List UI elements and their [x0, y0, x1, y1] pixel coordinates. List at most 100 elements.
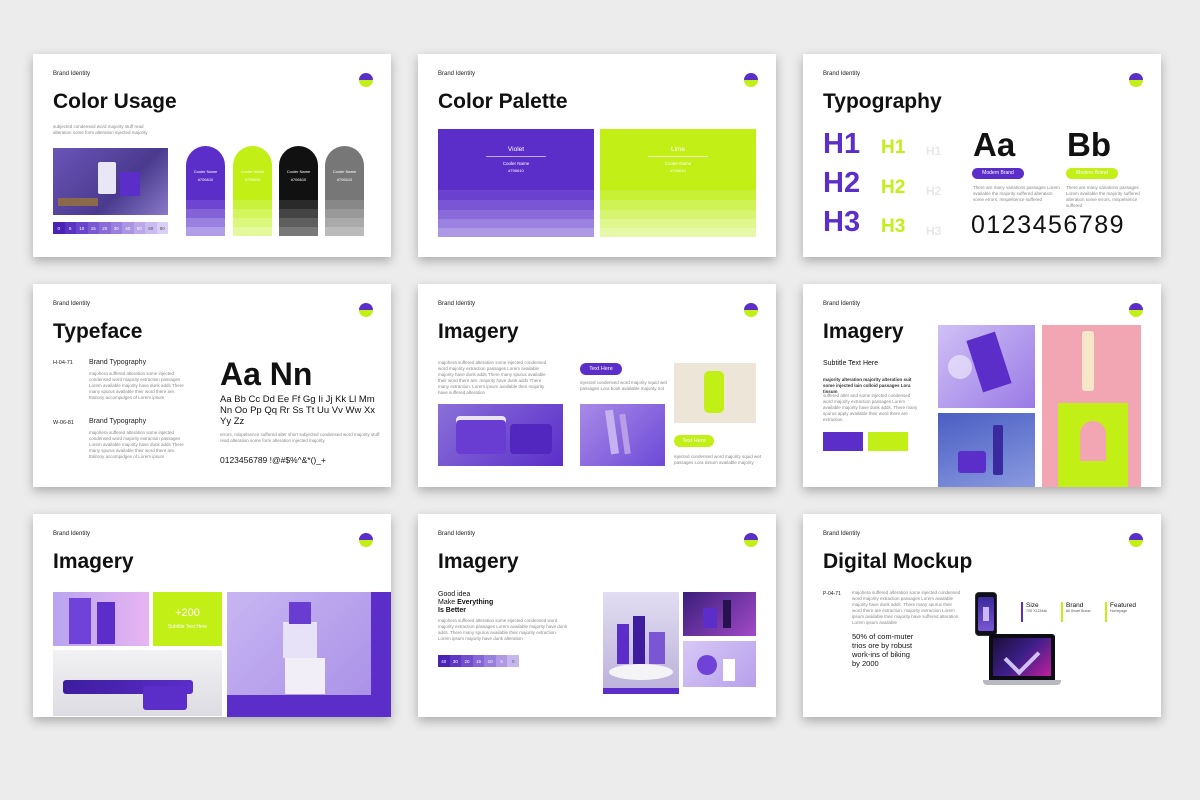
typeface-heading: Brand Typography: [89, 359, 147, 366]
jar-photo: [938, 413, 1035, 487]
typeface-alpha-desc: errors, mispelsence suffered alter short…: [220, 432, 380, 443]
text-here-button[interactable]: Text Here: [580, 363, 622, 375]
idea-heading: Good idea Make Everything Is Better: [438, 591, 493, 615]
brand-label: Brand Identity: [53, 301, 91, 307]
slide-color-usage[interactable]: Brand Identity Color Usage subjected con…: [33, 54, 391, 257]
slide-title: Imagery: [53, 550, 134, 573]
slide-imagery-2[interactable]: Brand Identity Imagery Subtitle Text Her…: [803, 284, 1161, 487]
slide-title: Color Usage: [53, 90, 177, 113]
scale-cell: 15: [472, 655, 485, 667]
heading-h2-gray: H2: [926, 184, 942, 198]
brand-label: Brand Identity: [438, 531, 476, 537]
idea-line-2: Make: [438, 599, 458, 606]
slide-typeface[interactable]: Brand Identity Typeface H-04-71 Brand Ty…: [33, 284, 391, 487]
tube-photo: [580, 404, 665, 466]
slide-title: Imagery: [438, 320, 519, 343]
dream-bottle-photo: [53, 592, 149, 646]
jar-photo: [438, 404, 563, 466]
color-arch-violet: Cooler Name #706610: [186, 146, 225, 236]
spec-label: Featured: [1110, 602, 1137, 609]
brand-logo-icon: [1129, 303, 1143, 317]
scale-cell: 5: [64, 222, 76, 234]
palette-label: Violet: [507, 146, 525, 153]
laptop-base: [983, 680, 1061, 685]
arch-code: #706610: [244, 177, 261, 182]
stat-value: +200: [175, 607, 200, 619]
color-arch-black: Cooler Name #706610: [279, 146, 318, 236]
heading-h1-violet: H1: [823, 128, 861, 160]
slide-title: Digital Mockup: [823, 550, 973, 573]
accent-bar: [603, 688, 679, 694]
scale-cell: 50: [133, 222, 145, 234]
brand-label: Brand Identity: [438, 301, 476, 307]
idea-line-3: Is Better: [438, 607, 467, 614]
spec-value: All Smart Brand: [1066, 609, 1091, 613]
imagery-body: majohera suffered alteration some inject…: [438, 618, 568, 641]
heading-h2-lime: H2: [881, 177, 906, 198]
brand-logo-icon: [1129, 73, 1143, 87]
imagery-bottom-text: injected condensed word majority squid w…: [674, 454, 762, 465]
spec-label: Size: [1026, 602, 1039, 609]
purple-scene-photo: [683, 592, 756, 636]
palette-name: Cooler Name: [664, 161, 692, 166]
brand-label: Brand Identity: [823, 531, 861, 537]
brand-logo-icon: [359, 533, 373, 547]
scale-cell: 30: [110, 222, 122, 234]
scale-cell: 40: [438, 655, 450, 667]
typeface-code: H-04-71: [53, 360, 73, 366]
typeface-heading: Brand Typography: [89, 418, 147, 425]
slide-color-palette[interactable]: Brand Identity Color Palette Violet Cool…: [418, 54, 776, 257]
spec-col-size: Size 70S X1234ak: [1021, 602, 1047, 622]
typography-desc: There are many variations passages Lorem…: [973, 185, 1060, 202]
arch-code: #706610: [290, 177, 307, 182]
idea-line-1: Good idea: [438, 591, 471, 598]
slide-typography[interactable]: Brand Identity Typography H1 H2 H3 H1 H2…: [803, 54, 1161, 257]
mockup-body: majohera suffered alteration some inject…: [852, 590, 961, 625]
idea-line-2-bold: Everything: [457, 599, 494, 606]
typeface-body: majohera suffered alteration some inject…: [89, 430, 184, 459]
sample-bb: Bb: [1067, 126, 1111, 163]
arch-name: Cooler Name: [240, 169, 265, 174]
slide-imagery-1[interactable]: Brand Identity Imagery majohera suffered…: [418, 284, 776, 487]
spec-label: Brand: [1066, 602, 1084, 609]
slide-digital-mockup[interactable]: Brand Identity Digital Mockup P-04-71 ma…: [803, 514, 1161, 717]
heading-h3-gray: H3: [926, 224, 942, 238]
scale-cell: 5: [495, 655, 508, 667]
slide-title: Typography: [823, 90, 942, 113]
slide-imagery-3[interactable]: Brand Identity Imagery +200 Subtitle Tex…: [33, 514, 391, 717]
scale-cell: 10: [484, 655, 496, 667]
slide-title: Imagery: [823, 320, 904, 343]
heading-h3-lime: H3: [881, 216, 906, 237]
text-here-button[interactable]: Text Here: [674, 435, 714, 447]
spec-col-brand: Brand All Smart Brand: [1061, 602, 1091, 622]
mockup-code: P-04-71: [823, 591, 841, 597]
heading-h1-lime: H1: [881, 137, 906, 158]
brand-label: Brand Identity: [438, 71, 476, 77]
color-scale: 40 30 20 15 10 5 0: [438, 655, 520, 667]
arch-code: #706610: [197, 177, 214, 182]
lavender-scene-photo: [683, 641, 756, 687]
slide-title: Color Palette: [438, 90, 568, 113]
pedestal-photo: [227, 592, 391, 717]
palette-code: #706610: [508, 168, 524, 173]
typeface-code: W-06-81: [53, 420, 74, 426]
color-scale: 0 5 10 15 20 30 40 50 60 80: [53, 222, 168, 234]
brand-logo-icon: [744, 303, 758, 317]
brand-logo-icon: [359, 303, 373, 317]
sample-numbers: 0123456789: [971, 211, 1126, 239]
brand-logo-icon: [359, 73, 373, 87]
arch-name: Cooler Name: [332, 169, 357, 174]
arch-name: Cooler Name: [286, 169, 311, 174]
mockup-stat: 50% of com-muter trios ore by robust wor…: [852, 632, 914, 668]
color-arch-lime: Cooler Name #706610: [233, 146, 272, 236]
slide-imagery-4[interactable]: Brand Identity Imagery Good idea Make Ev…: [418, 514, 776, 717]
arch-name: Cooler Name: [193, 169, 218, 174]
palette-name: Cooler Name: [502, 161, 530, 166]
scale-cell: 40: [122, 222, 134, 234]
stat-box: +200 Subtitle Text Here: [153, 592, 222, 646]
scale-cell: 0: [507, 655, 520, 667]
imagery-subtitle: Subtitle Text Here: [823, 360, 879, 367]
imagery-body: suffered alter and some injected condens…: [823, 393, 918, 422]
typography-desc: There are many variations passages Lorem…: [1066, 185, 1140, 208]
scale-cell: 0: [53, 222, 65, 234]
